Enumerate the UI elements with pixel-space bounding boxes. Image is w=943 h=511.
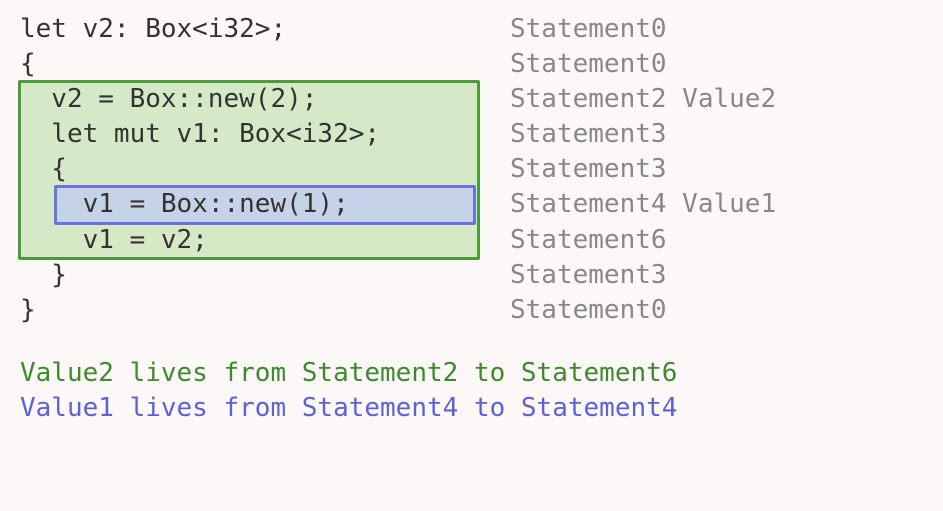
code-cell: } (0, 258, 500, 293)
code-cell: { (0, 152, 500, 187)
code-text: let v2: Box<i32>;Statement0{Statement0 v… (0, 12, 943, 328)
code-cell: } (0, 293, 500, 328)
annotation-cell: Statement3 (500, 117, 667, 152)
code-row: let v2: Box<i32>;Statement0 (0, 12, 943, 47)
legend: Value2 lives from Statement2 to Statemen… (0, 328, 943, 426)
code-block: let v2: Box<i32>;Statement0{Statement0 v… (0, 12, 943, 328)
code-cell: v2 = Box::new(2); (0, 82, 500, 117)
code-cell: v1 = v2; (0, 223, 500, 258)
annotation-cell: Statement4 Value1 (500, 187, 776, 222)
code-row: }Statement3 (0, 258, 943, 293)
legend-line-value1: Value1 lives from Statement4 to Statemen… (20, 391, 943, 426)
legend-line-value2: Value2 lives from Statement2 to Statemen… (20, 356, 943, 391)
code-cell: let mut v1: Box<i32>; (0, 117, 500, 152)
annotation-cell: Statement2 Value2 (500, 82, 776, 117)
annotation-cell: Statement3 (500, 152, 667, 187)
annotation-cell: Statement6 (500, 223, 667, 258)
code-row: {Statement3 (0, 152, 943, 187)
code-cell: { (0, 47, 500, 82)
code-row: v2 = Box::new(2);Statement2 Value2 (0, 82, 943, 117)
code-row: v1 = v2;Statement6 (0, 223, 943, 258)
code-row: {Statement0 (0, 47, 943, 82)
code-row: let mut v1: Box<i32>;Statement3 (0, 117, 943, 152)
annotation-cell: Statement0 (500, 47, 667, 82)
code-row: v1 = Box::new(1);Statement4 Value1 (0, 187, 943, 222)
code-row: }Statement0 (0, 293, 943, 328)
code-cell: v1 = Box::new(1); (0, 187, 500, 222)
annotation-cell: Statement0 (500, 12, 667, 47)
annotation-cell: Statement0 (500, 293, 667, 328)
code-cell: let v2: Box<i32>; (0, 12, 500, 47)
annotation-cell: Statement3 (500, 258, 667, 293)
